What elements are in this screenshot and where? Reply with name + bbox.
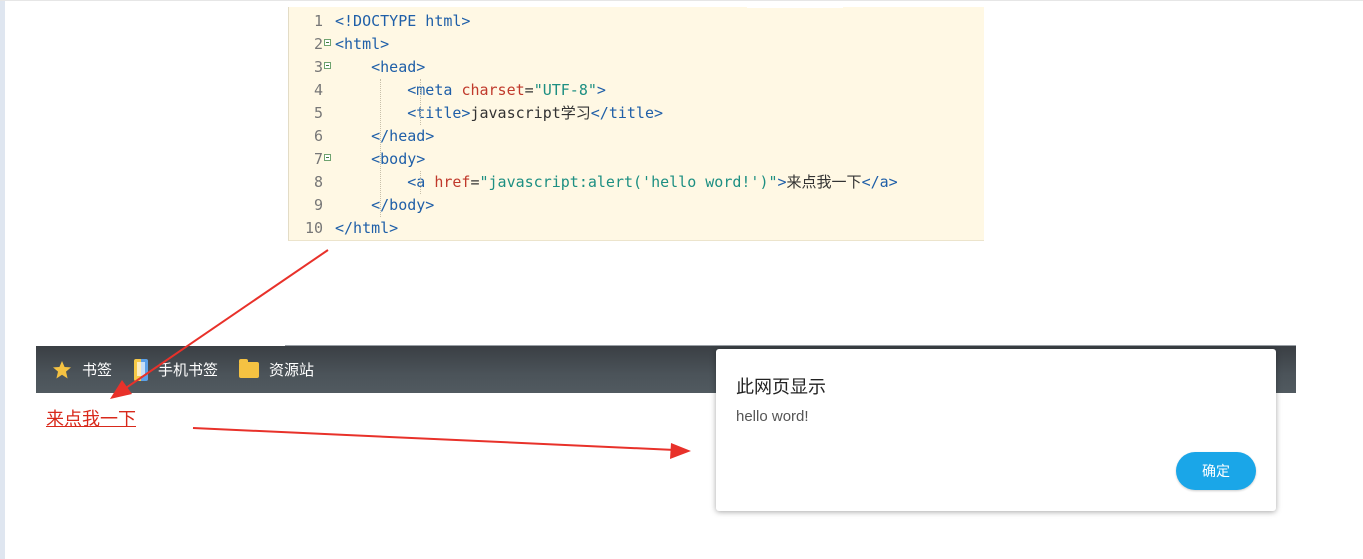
- arrow-code-to-link: [110, 249, 329, 399]
- arrow-link-to-dialog: [192, 427, 691, 459]
- annotation-arrows: [110, 249, 691, 459]
